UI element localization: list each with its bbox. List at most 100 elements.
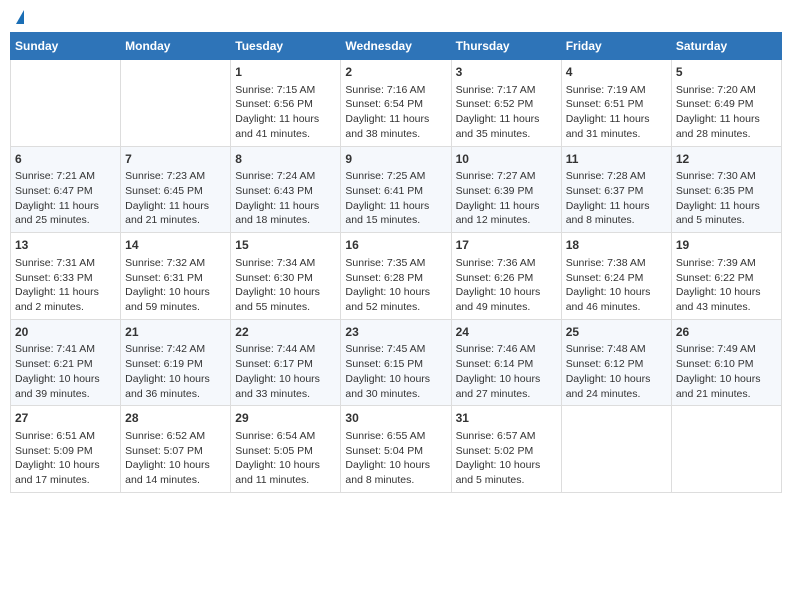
day-number: 10 (456, 151, 557, 168)
weekday-header-tuesday: Tuesday (231, 33, 341, 60)
day-number: 14 (125, 237, 226, 254)
weekday-header-friday: Friday (561, 33, 671, 60)
day-info: Daylight: 11 hours and 35 minutes. (456, 112, 557, 141)
calendar-cell: 18Sunrise: 7:38 AMSunset: 6:24 PMDayligh… (561, 233, 671, 320)
weekday-header-wednesday: Wednesday (341, 33, 451, 60)
day-info: Sunset: 6:47 PM (15, 184, 116, 199)
day-number: 9 (345, 151, 446, 168)
day-info: Sunset: 6:37 PM (566, 184, 667, 199)
day-info: Sunrise: 7:44 AM (235, 342, 336, 357)
calendar-cell: 26Sunrise: 7:49 AMSunset: 6:10 PMDayligh… (671, 319, 781, 406)
day-info: Sunset: 5:07 PM (125, 444, 226, 459)
calendar-cell: 3Sunrise: 7:17 AMSunset: 6:52 PMDaylight… (451, 60, 561, 147)
day-number: 16 (345, 237, 446, 254)
calendar-cell: 12Sunrise: 7:30 AMSunset: 6:35 PMDayligh… (671, 146, 781, 233)
day-info: Daylight: 11 hours and 41 minutes. (235, 112, 336, 141)
calendar-cell: 31 Sunrise: 6:57 AMSunset: 5:02 PMDayligh… (451, 406, 561, 493)
weekday-header-thursday: Thursday (451, 33, 561, 60)
calendar-cell: 7Sunrise: 7:23 AMSunset: 6:45 PMDaylight… (121, 146, 231, 233)
day-info: Daylight: 10 hours and 21 minutes. (676, 372, 777, 401)
calendar-cell: 22Sunrise: 7:44 AMSunset: 6:17 PMDayligh… (231, 319, 341, 406)
day-number: 2 (345, 64, 446, 81)
calendar-cell: 11Sunrise: 7:28 AMSunset: 6:37 PMDayligh… (561, 146, 671, 233)
day-info: Daylight: 11 hours and 5 minutes. (676, 199, 777, 228)
day-info: Sunset: 6:26 PM (456, 271, 557, 286)
calendar-cell: 10Sunrise: 7:27 AMSunset: 6:39 PMDayligh… (451, 146, 561, 233)
day-info: Daylight: 10 hours and 52 minutes. (345, 285, 446, 314)
day-info: Sunset: 6:54 PM (345, 97, 446, 112)
day-info: Daylight: 10 hours and 27 minutes. (456, 372, 557, 401)
day-number: 12 (676, 151, 777, 168)
calendar-cell: 14 Sunrise: 7:32 AMSunset: 6:31 PMDayligh… (121, 233, 231, 320)
calendar-table: SundayMondayTuesdayWednesdayThursdayFrid… (10, 32, 782, 493)
day-info: Sunrise: 7:38 AM (566, 256, 667, 271)
day-info: Daylight: 11 hours and 12 minutes. (456, 199, 557, 228)
day-info: Sunrise: 7:48 AM (566, 342, 667, 357)
day-info: Sunrise: 7:19 AM (566, 83, 667, 98)
day-info: Sunrise: 7:23 AM (125, 169, 226, 184)
day-info: Daylight: 11 hours and 21 minutes. (125, 199, 226, 228)
calendar-cell: 21Sunrise: 7:42 AMSunset: 6:19 PMDayligh… (121, 319, 231, 406)
calendar-cell (121, 60, 231, 147)
calendar-cell: 29Sunrise: 6:54 AMSunset: 5:05 PMDayligh… (231, 406, 341, 493)
day-number: 8 (235, 151, 336, 168)
day-info: Daylight: 10 hours and 46 minutes. (566, 285, 667, 314)
day-info: Daylight: 11 hours and 25 minutes. (15, 199, 116, 228)
day-info: Sunset: 6:43 PM (235, 184, 336, 199)
calendar-cell (671, 406, 781, 493)
day-info: Sunset: 6:49 PM (676, 97, 777, 112)
day-number: 15 (235, 237, 336, 254)
day-info: Daylight: 10 hours and 14 minutes. (125, 458, 226, 487)
day-info: Sunset: 5:04 PM (345, 444, 446, 459)
day-info: Sunrise: 7:28 AM (566, 169, 667, 184)
day-info: Sunrise: 7:17 AM (456, 83, 557, 98)
day-info: Daylight: 10 hours and 24 minutes. (566, 372, 667, 401)
day-info: Daylight: 10 hours and 33 minutes. (235, 372, 336, 401)
day-info: Daylight: 10 hours and 59 minutes. (125, 285, 226, 314)
day-number: 13 (15, 237, 116, 254)
day-info: Sunset: 6:15 PM (345, 357, 446, 372)
day-info: Sunset: 6:14 PM (456, 357, 557, 372)
day-number: 7 (125, 151, 226, 168)
day-info: Sunrise: 7:32 AM (125, 256, 226, 271)
day-info: Daylight: 11 hours and 31 minutes. (566, 112, 667, 141)
calendar-cell: 6Sunrise: 7:21 AMSunset: 6:47 PMDaylight… (11, 146, 121, 233)
day-info: Sunrise: 7:46 AM (456, 342, 557, 357)
day-info: Sunrise: 6:51 AM (15, 429, 116, 444)
day-info: Sunset: 6:12 PM (566, 357, 667, 372)
day-info: Sunset: 5:02 PM (456, 444, 557, 459)
day-info: Sunset: 6:31 PM (125, 271, 226, 286)
day-number: 5 (676, 64, 777, 81)
day-info: Sunrise: 7:15 AM (235, 83, 336, 98)
day-info: Sunset: 6:21 PM (15, 357, 116, 372)
weekday-header-monday: Monday (121, 33, 231, 60)
day-number: 22 (235, 324, 336, 341)
calendar-cell: 5Sunrise: 7:20 AMSunset: 6:49 PMDaylight… (671, 60, 781, 147)
day-info: Sunrise: 7:24 AM (235, 169, 336, 184)
day-info: Daylight: 10 hours and 49 minutes. (456, 285, 557, 314)
day-info: Sunrise: 6:55 AM (345, 429, 446, 444)
day-info: Sunrise: 6:52 AM (125, 429, 226, 444)
day-info: Daylight: 11 hours and 38 minutes. (345, 112, 446, 141)
weekday-header-sunday: Sunday (11, 33, 121, 60)
day-number: 31 (456, 410, 557, 427)
day-number: 30 (345, 410, 446, 427)
day-info: Daylight: 11 hours and 8 minutes. (566, 199, 667, 228)
day-info: Sunrise: 7:35 AM (345, 256, 446, 271)
calendar-cell (561, 406, 671, 493)
calendar-cell: 16Sunrise: 7:35 AMSunset: 6:28 PMDayligh… (341, 233, 451, 320)
day-info: Sunrise: 6:57 AM (456, 429, 557, 444)
calendar-cell: 23Sunrise: 7:45 AMSunset: 6:15 PMDayligh… (341, 319, 451, 406)
calendar-cell: 28 Sunrise: 6:52 AMSunset: 5:07 PMDayligh… (121, 406, 231, 493)
calendar-cell: 20Sunrise: 7:41 AMSunset: 6:21 PMDayligh… (11, 319, 121, 406)
day-info: Sunrise: 7:42 AM (125, 342, 226, 357)
day-info: Sunset: 6:17 PM (235, 357, 336, 372)
day-number: 1 (235, 64, 336, 81)
day-info: Sunset: 6:39 PM (456, 184, 557, 199)
day-number: 17 (456, 237, 557, 254)
day-info: Sunset: 6:52 PM (456, 97, 557, 112)
day-number: 28 (125, 410, 226, 427)
day-info: Daylight: 10 hours and 5 minutes. (456, 458, 557, 487)
calendar-cell: 8Sunrise: 7:24 AMSunset: 6:43 PMDaylight… (231, 146, 341, 233)
weekday-header-saturday: Saturday (671, 33, 781, 60)
